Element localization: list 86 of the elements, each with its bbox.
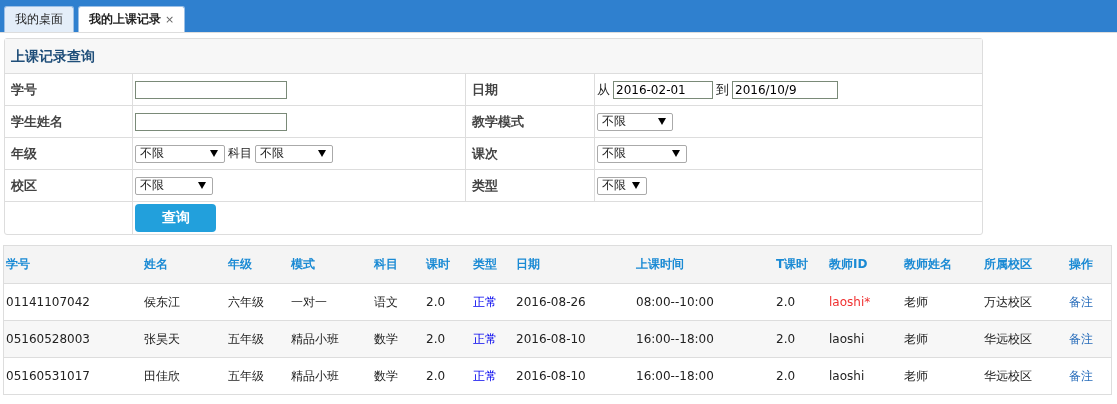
- table-cell: 2016-08-10: [516, 332, 586, 346]
- caret-icon: [632, 182, 640, 189]
- table-cell: 一对一: [291, 294, 327, 309]
- field-label: 学生姓名: [5, 106, 133, 138]
- table-cell: 六年级: [228, 294, 264, 309]
- table-cell: 正常: [473, 331, 497, 346]
- column-header: 教师ID: [829, 257, 868, 271]
- column-header: 类型: [473, 257, 497, 271]
- table-cell: 2.0: [776, 295, 796, 309]
- table-cell: 五年级: [228, 331, 264, 346]
- field-label: 科目: [228, 145, 252, 162]
- table-cell: laoshi*: [829, 295, 871, 309]
- table-cell: 2.0: [426, 369, 446, 383]
- caret-icon: [658, 118, 666, 125]
- table-cell: 华远校区: [984, 368, 1032, 383]
- select-field[interactable]: 不限: [597, 176, 647, 195]
- column-header: 日期: [516, 257, 540, 271]
- table-cell: 精品小班: [291, 368, 339, 383]
- column-header: 学号: [6, 257, 30, 271]
- table-cell: 语文: [374, 294, 398, 309]
- column-header: 所属校区: [984, 257, 1032, 271]
- column-header: 课时: [426, 257, 450, 271]
- date-field[interactable]: 2016/10/9: [732, 80, 838, 99]
- column-header: 上课时间: [636, 257, 684, 271]
- column-header: 科目: [374, 257, 398, 271]
- select-field[interactable]: 不限: [597, 144, 687, 163]
- column-header: 模式: [291, 257, 315, 271]
- table-cell: 华远校区: [984, 331, 1032, 346]
- table-cell: 精品小班: [291, 331, 339, 346]
- caret-icon: [672, 150, 680, 157]
- table-cell: 正常: [473, 294, 497, 309]
- table-cell: 万达校区: [984, 294, 1032, 309]
- field-label: 校区: [5, 170, 133, 202]
- table-cell: 老师: [904, 368, 928, 383]
- table-cell: 2.0: [426, 295, 446, 309]
- field-label: 年级: [5, 138, 133, 170]
- field-label: 类型: [466, 170, 595, 202]
- column-header: 教师姓名: [904, 257, 952, 271]
- table-cell: 2.0: [776, 369, 796, 383]
- table-cell: 01141107042: [6, 295, 90, 309]
- table-cell: 2016-08-10: [516, 369, 586, 383]
- table-cell: 16:00--18:00: [636, 369, 714, 383]
- table-cell: 老师: [904, 294, 928, 309]
- input-field[interactable]: [135, 112, 287, 131]
- input-field[interactable]: [135, 80, 287, 99]
- field-label: 教学模式: [466, 106, 595, 138]
- field-label: 学号: [5, 74, 133, 106]
- table-cell: 侯东江: [144, 294, 180, 309]
- table-cell: 张昊天: [144, 331, 180, 346]
- close-icon[interactable]: ×: [165, 13, 175, 26]
- table-cell: 老师: [904, 331, 928, 346]
- table-cell: 08:00--10:00: [636, 295, 714, 309]
- field-label: 日期: [466, 74, 595, 106]
- table-cell: 2.0: [776, 332, 796, 346]
- tab[interactable]: 我的上课记录 ×: [78, 6, 186, 32]
- table-cell: laoshi: [829, 369, 865, 383]
- table-cell: 2.0: [426, 332, 446, 346]
- table-cell: 05160531017: [6, 369, 90, 383]
- caret-icon: [210, 150, 218, 157]
- field-label: 课次: [466, 138, 595, 170]
- table-cell: 五年级: [228, 368, 264, 383]
- table-cell: 2016-08-26: [516, 295, 586, 309]
- table-cell: 16:00--18:00: [636, 332, 714, 346]
- caret-icon: [318, 150, 326, 157]
- tab[interactable]: 我的桌面: [4, 6, 74, 32]
- note-link[interactable]: 备注: [1069, 368, 1093, 383]
- column-header: T课时: [776, 257, 809, 271]
- select-field[interactable]: 不限: [597, 112, 673, 131]
- column-header: 姓名: [144, 257, 168, 271]
- table-cell: 田佳欣: [144, 368, 180, 383]
- select-field[interactable]: 不限: [135, 144, 225, 163]
- table-cell: laoshi: [829, 332, 865, 346]
- column-header: 年级: [228, 257, 252, 271]
- table-cell: 数学: [374, 331, 398, 346]
- table-cell: 05160528003: [6, 332, 90, 346]
- select-field[interactable]: 不限: [135, 176, 213, 195]
- table-cell: 正常: [473, 368, 497, 383]
- field-label: 到: [716, 80, 729, 99]
- panel-title: 上课记录查询: [5, 39, 982, 74]
- table-cell: 数学: [374, 368, 398, 383]
- field-label: 从: [597, 80, 610, 99]
- select-field[interactable]: 不限: [255, 144, 333, 163]
- note-link[interactable]: 备注: [1069, 294, 1093, 309]
- column-header: 操作: [1069, 257, 1093, 271]
- date-field[interactable]: 2016-02-01: [613, 80, 713, 99]
- caret-icon: [198, 182, 206, 189]
